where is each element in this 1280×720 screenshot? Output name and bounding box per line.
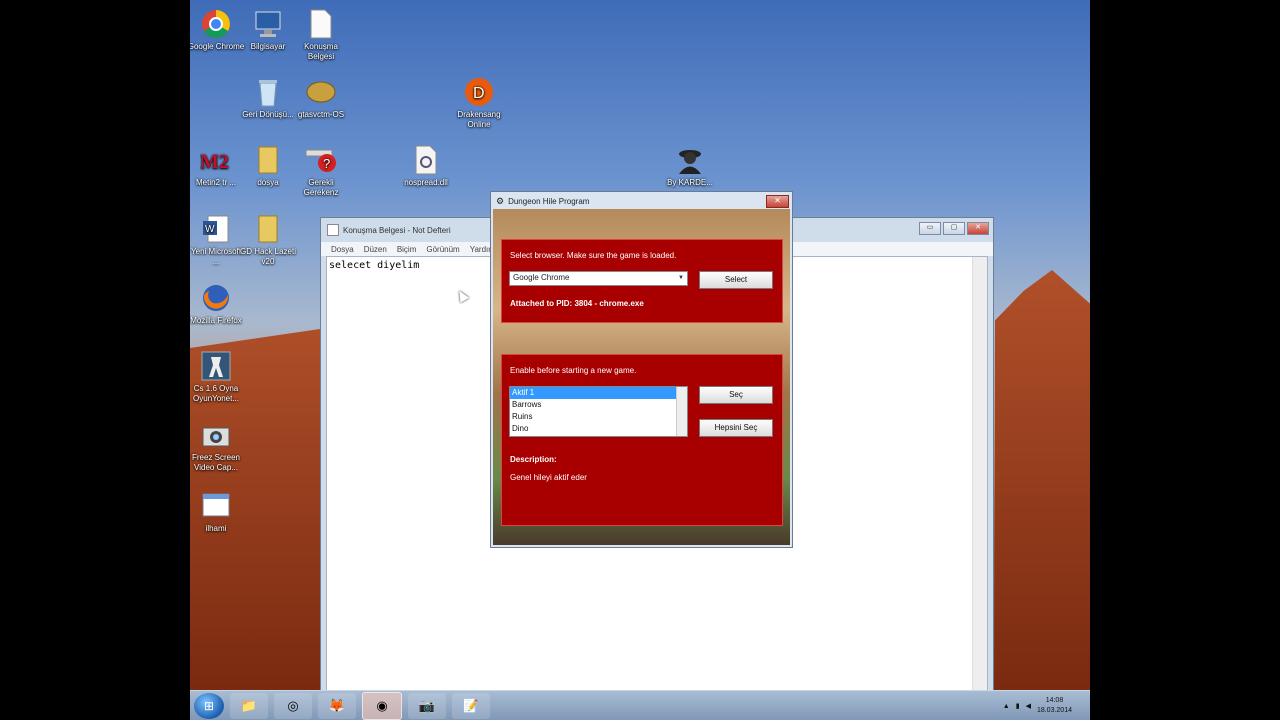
- dungeon-hile-window[interactable]: ⚙ Dungeon Hile Program ✕ Select browser.…: [490, 191, 793, 548]
- notepad-title: Konuşma Belgesi - Not Defteri: [343, 225, 451, 235]
- dungeon-close-button[interactable]: ✕: [766, 195, 789, 208]
- notepad-icon: [327, 224, 339, 236]
- desktop-icon-metin2[interactable]: M2 Metin2 tr ...: [190, 144, 245, 188]
- firefox-icon: 🦊: [328, 698, 346, 713]
- agent-icon: [674, 144, 706, 176]
- taskbar-camera[interactable]: 📷: [408, 693, 446, 719]
- clock-time: 14:08: [1045, 697, 1064, 704]
- browser-instruction: Select browser. Make sure the game is lo…: [510, 251, 677, 260]
- dll-icon: [410, 144, 442, 176]
- system-tray: ▲ ▮ ◀ 14:08 18.03.2014: [1003, 691, 1090, 720]
- desktop-icon-chrome[interactable]: Google Chrome: [190, 8, 245, 52]
- camera-icon: [200, 419, 232, 451]
- help-icon: ?: [305, 144, 337, 176]
- cs-icon: [200, 350, 232, 382]
- desktop-icon-freez[interactable]: Freez Screen Video Cap...: [190, 419, 245, 473]
- document-icon: [305, 8, 337, 40]
- drakensang-icon: D: [463, 76, 495, 108]
- cheat-panel: Enable before starting a new game. Aktif…: [501, 354, 783, 526]
- taskbar-ccleaner[interactable]: ◎: [274, 693, 312, 719]
- dungeon-titlebar[interactable]: ⚙ Dungeon Hile Program: [491, 192, 792, 210]
- notepad-scrollbar[interactable]: [972, 257, 987, 718]
- desktop-icon-gerekli[interactable]: ? Gerekli Gerekenz: [292, 144, 350, 198]
- windows-logo-icon: ⊞: [203, 699, 215, 713]
- attached-status: Attached to PID: 3804 - chrome.exe: [510, 299, 644, 308]
- select-browser-button[interactable]: Select: [699, 271, 773, 289]
- browser-dropdown-value: Google Chrome: [513, 273, 570, 282]
- desktop-icon-computer[interactable]: Bilgisayar: [239, 8, 297, 52]
- clock-date: 18.03.2014: [1036, 707, 1072, 714]
- game-background: Select browser. Make sure the game is lo…: [493, 209, 790, 545]
- taskbar: ⊞ 📁 ◎ 🦊 ◉ 📷 📝 ▲ ▮ ◀ 14:08 18.03.2014: [190, 690, 1090, 720]
- desktop-icon-recycle-bin[interactable]: Geri Dönüşü...: [239, 76, 297, 120]
- menu-edit[interactable]: Düzen: [364, 245, 387, 254]
- listbox-scrollbar[interactable]: [676, 387, 687, 436]
- window-icon: [200, 490, 232, 522]
- list-item[interactable]: Dino: [510, 423, 687, 435]
- svg-text:M2: M2: [200, 151, 229, 173]
- chevron-down-icon: ▼: [678, 275, 684, 281]
- folder-icon: [252, 144, 284, 176]
- computer-icon: [252, 8, 284, 40]
- word-icon: W: [200, 213, 232, 245]
- network-icon[interactable]: ▮: [1016, 702, 1020, 710]
- desert-rock-right: [995, 270, 1090, 690]
- volume-icon[interactable]: ◀: [1026, 702, 1031, 710]
- menu-view[interactable]: Görünüm: [426, 245, 459, 254]
- select-all-button[interactable]: Hepsini Seç: [699, 419, 773, 437]
- browser-panel: Select browser. Make sure the game is lo…: [501, 239, 783, 323]
- list-item[interactable]: Barrows: [510, 399, 687, 411]
- chrome-icon: [200, 8, 232, 40]
- minimize-button[interactable]: ▭: [919, 222, 941, 235]
- desktop-icon-gtasvctm[interactable]: gtasvctm-OS: [292, 76, 350, 120]
- dungeon-title: Dungeon Hile Program: [508, 196, 590, 206]
- taskbar-chrome[interactable]: ◉: [362, 692, 402, 720]
- recycle-bin-icon: [252, 76, 284, 108]
- desktop-icon-drakensang[interactable]: D Drakensang Online: [450, 76, 508, 130]
- metin2-icon: M2: [200, 144, 232, 176]
- taskbar-firefox[interactable]: 🦊: [318, 693, 356, 719]
- sec-button[interactable]: Seç: [699, 386, 773, 404]
- close-button[interactable]: ✕: [967, 222, 989, 235]
- app-icon: ⚙: [496, 195, 505, 206]
- chrome-icon: ◉: [376, 698, 388, 713]
- taskbar-explorer[interactable]: 📁: [230, 693, 268, 719]
- menu-file[interactable]: Dosya: [331, 245, 354, 254]
- desktop: Google Chrome Bilgisayar Konuşma Belgesi…: [190, 0, 1090, 720]
- ccleaner-icon: ◎: [287, 698, 299, 713]
- description-text: Genel hileyi aktif eder: [510, 473, 587, 482]
- tray-arrow-icon[interactable]: ▲: [1003, 703, 1010, 710]
- desktop-icon-ilhami[interactable]: ilhami: [190, 490, 245, 534]
- list-item[interactable]: Aktif 1: [510, 387, 687, 399]
- taskbar-notepad[interactable]: 📝: [452, 693, 490, 719]
- camera-icon: 📷: [418, 698, 436, 713]
- list-item[interactable]: Ruins: [510, 411, 687, 423]
- firefox-icon: [200, 282, 232, 314]
- desktop-icon-gdhack[interactable]: GD Hack Lazeti v20: [239, 213, 297, 267]
- clock[interactable]: 14:08 18.03.2014: [1037, 696, 1072, 716]
- desktop-icon-dosya[interactable]: dosya: [239, 144, 297, 188]
- game-icon: [305, 76, 337, 108]
- browser-dropdown[interactable]: Google Chrome ▼: [509, 271, 688, 286]
- maximize-button[interactable]: ▢: [943, 222, 965, 235]
- folder-icon: [252, 213, 284, 245]
- desktop-icon-word[interactable]: W Yeni Microsoft ...: [190, 213, 245, 267]
- desktop-icon-firefox[interactable]: Mozilla Firefox: [190, 282, 245, 326]
- desktop-icon-agent[interactable]: By KARDE...: [661, 144, 719, 188]
- start-button[interactable]: ⊞: [194, 693, 224, 719]
- cheat-instruction: Enable before starting a new game.: [510, 366, 637, 375]
- menu-format[interactable]: Biçim: [397, 245, 417, 254]
- folder-icon: 📁: [240, 698, 258, 713]
- svg-text:D: D: [473, 85, 485, 102]
- svg-text:W: W: [205, 224, 215, 235]
- cheat-listbox[interactable]: Aktif 1 Barrows Ruins Dino: [509, 386, 688, 437]
- svg-text:?: ?: [323, 156, 330, 171]
- desktop-icon-cs16[interactable]: Cs 1.6 Oyna OyunYonet...: [190, 350, 245, 404]
- description-heading: Description:: [510, 455, 557, 464]
- notepad-icon: 📝: [462, 698, 480, 713]
- desktop-icon-document[interactable]: Konuşma Belgesi: [292, 8, 350, 62]
- desktop-icon-nospread[interactable]: nospread.dll: [397, 144, 455, 188]
